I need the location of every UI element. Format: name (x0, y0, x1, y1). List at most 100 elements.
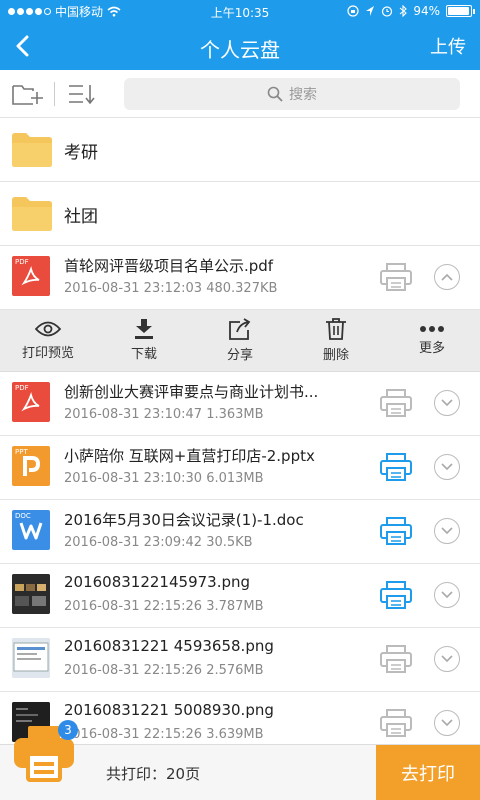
more-icon (420, 326, 444, 332)
toolbar-divider (54, 81, 55, 106)
folder-icon (12, 197, 52, 231)
expand-button[interactable] (434, 646, 460, 672)
expand-button[interactable] (434, 454, 460, 480)
header: 中国移动 上午10:35 94% 个人云盘 上传 (0, 0, 480, 70)
expand-button[interactable] (434, 518, 460, 544)
action-label: 分享 (226, 348, 253, 363)
doc-file-icon: DOC (12, 510, 50, 550)
printer-gray-icon[interactable] (380, 263, 412, 291)
file-meta: 2016-08-31 22:15:26 3.787MB (64, 599, 264, 614)
file-row[interactable]: PDF 创新创业大赛评审要点与商业计划书... 2016-08-31 23:10… (0, 372, 480, 436)
ppt-file-icon: PPT (12, 446, 50, 486)
new-folder-button[interactable] (10, 79, 44, 109)
new-folder-icon (12, 84, 43, 105)
folder-row[interactable]: 考研 (0, 118, 480, 182)
file-meta: 2016-08-31 23:09:42 30.5KB (64, 535, 253, 550)
file-name: 2016083122145973.png (64, 573, 251, 591)
share-button[interactable]: 分享 (192, 318, 288, 363)
back-arrow-icon (16, 35, 29, 57)
image-thumbnail (12, 574, 50, 614)
bluetooth-icon (399, 5, 408, 17)
printer-gray-icon[interactable] (380, 645, 412, 673)
file-type-label: PPT (15, 448, 28, 456)
more-button[interactable]: 更多 (384, 325, 480, 356)
printer-blue-icon[interactable] (380, 581, 412, 609)
print-summary: 共打印：20页 (106, 765, 201, 783)
file-name: 2016年5月30日会议记录(1)-1.doc (64, 511, 304, 529)
acrobat-icon (21, 265, 40, 286)
go-print-button[interactable]: 去打印 (376, 745, 480, 800)
file-type-label: PDF (15, 258, 29, 266)
expand-button[interactable] (434, 582, 460, 608)
folder-name: 考研 (64, 143, 98, 163)
carrier-label: 中国移动 (55, 4, 104, 19)
folder-icon (12, 133, 52, 167)
folder-row[interactable]: 社团 (0, 182, 480, 246)
folder-name: 社团 (64, 207, 98, 227)
sort-icon (69, 84, 95, 104)
battery-fill (448, 7, 469, 15)
print-preview-button[interactable]: 打印预览 (0, 320, 96, 361)
file-row[interactable]: 2016083122145973.png 2016-08-31 22:15:26… (0, 564, 480, 628)
download-button[interactable]: 下载 (96, 319, 192, 362)
toolbar: 搜索 (0, 70, 480, 118)
file-meta: 2016-08-31 23:10:47 1.363MB (64, 407, 264, 422)
collapse-button[interactable] (434, 264, 460, 290)
upload-button[interactable]: 上传 (430, 33, 480, 59)
printer-blue-icon[interactable] (380, 453, 412, 481)
expand-button[interactable] (434, 390, 460, 416)
share-icon (229, 318, 251, 340)
file-row[interactable]: DOC 2016年5月30日会议记录(1)-1.doc 2016-08-31 2… (0, 500, 480, 564)
chevron-up-icon (441, 273, 453, 281)
file-type-label: PDF (15, 384, 29, 392)
chevron-down-icon (441, 655, 453, 663)
action-label: 更多 (418, 341, 445, 356)
file-meta: 2016-08-31 22:15:26 3.639MB (64, 727, 264, 742)
lock-rotation-icon (347, 5, 359, 17)
download-icon (135, 319, 153, 339)
location-icon (366, 6, 375, 16)
delete-button[interactable]: 删除 (288, 318, 384, 363)
ppt-p-icon (23, 456, 41, 476)
battery-icon (446, 5, 475, 17)
action-label: 下载 (130, 347, 157, 362)
printer-gray-icon[interactable] (380, 389, 412, 417)
chevron-down-icon (441, 591, 453, 599)
file-name: 20160831221 5008930.png (64, 701, 274, 719)
search-input[interactable]: 搜索 (124, 78, 460, 110)
expand-button[interactable] (434, 710, 460, 736)
search-icon (267, 86, 283, 102)
file-row[interactable]: PDF 首轮网评晋级项目名单公示.pdf 2016-08-31 23:12:03… (0, 246, 480, 310)
back-button[interactable] (0, 22, 44, 70)
search-placeholder: 搜索 (289, 87, 317, 103)
signal-icon (8, 7, 51, 15)
file-action-bar: 打印预览 下载 分享 删除 更多 (0, 310, 480, 372)
printer-gray-icon[interactable] (380, 709, 412, 737)
action-label: 删除 (322, 348, 349, 363)
file-meta: 2016-08-31 23:12:03 480.327KB (64, 281, 278, 296)
image-preview-icon (12, 638, 50, 678)
file-row[interactable]: PPT 小萨陪你 互联网+直营打印店-2.pptx 2016-08-31 23:… (0, 436, 480, 500)
page-title: 个人云盘 (200, 38, 280, 62)
alarm-icon (382, 6, 393, 17)
pdf-file-icon: PDF (12, 382, 50, 422)
chevron-down-icon (441, 399, 453, 407)
status-bar: 中国移动 上午10:35 94% (0, 0, 480, 22)
file-type-label: DOC (15, 512, 31, 520)
acrobat-icon (21, 391, 40, 412)
queue-count-badge: 3 (58, 720, 78, 740)
eye-icon (35, 321, 61, 337)
file-name: 20160831221 4593658.png (64, 637, 274, 655)
app: 中国移动 上午10:35 94% 个人云盘 上传 搜索 考研 社团 PDF 首轮… (0, 0, 480, 800)
file-name: 创新创业大赛评审要点与商业计划书... (64, 383, 319, 401)
wifi-icon (107, 6, 121, 16)
printer-blue-icon[interactable] (380, 517, 412, 545)
navbar: 个人云盘 上传 (0, 22, 480, 70)
sort-button[interactable] (65, 79, 99, 109)
pdf-file-icon: PDF (12, 256, 50, 296)
file-meta: 2016-08-31 22:15:26 2.576MB (64, 663, 264, 678)
battery-percent: 94% (413, 4, 440, 18)
chevron-down-icon (441, 527, 453, 535)
file-row[interactable]: 20160831221 4593658.png 2016-08-31 22:15… (0, 628, 480, 692)
image-preview-icon (12, 574, 50, 614)
